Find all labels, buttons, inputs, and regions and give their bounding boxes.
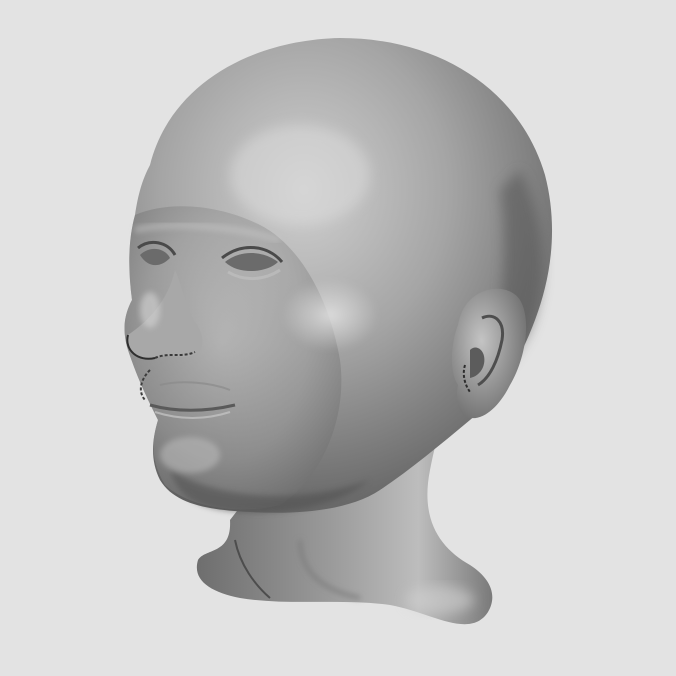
render-canvas <box>0 0 676 676</box>
viewport <box>0 0 676 676</box>
